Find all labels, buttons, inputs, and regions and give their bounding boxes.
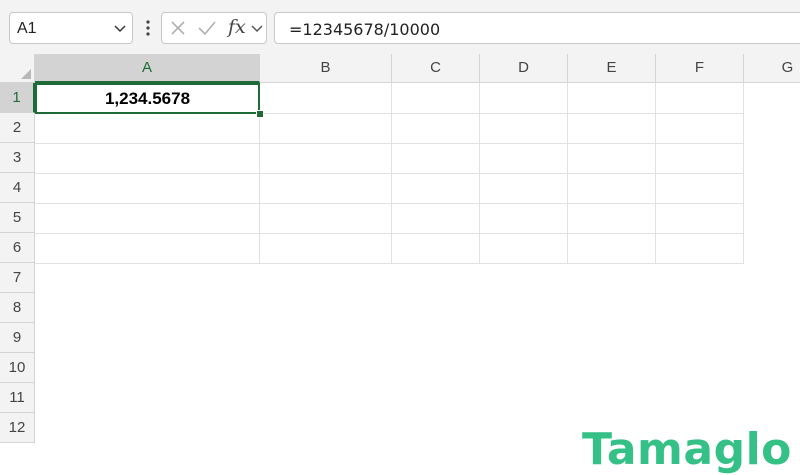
select-all-button[interactable] <box>0 54 35 83</box>
column-header-c[interactable]: C <box>392 54 480 83</box>
formula-bar: A1 fx =12345678/10000 <box>0 0 800 54</box>
row-header-5[interactable]: 5 <box>0 203 35 233</box>
column-header-e[interactable]: E <box>568 54 656 83</box>
cancel-x-icon[interactable] <box>170 20 186 36</box>
formula-text: =12345678/10000 <box>289 20 441 39</box>
column-header-b[interactable]: B <box>260 54 392 83</box>
column-header-d[interactable]: D <box>480 54 568 83</box>
more-vertical-icon[interactable] <box>145 19 151 37</box>
formula-input[interactable]: =12345678/10000 <box>274 12 800 44</box>
row-header-9[interactable]: 9 <box>0 323 35 353</box>
row-header-8[interactable]: 8 <box>0 293 35 323</box>
gridline <box>35 173 744 174</box>
gridline <box>35 263 744 264</box>
insert-function-fx-icon[interactable]: fx <box>228 16 246 38</box>
worksheet-grid[interactable]: A B C D E F G 1 2 3 4 5 6 7 8 9 10 11 12… <box>0 54 800 475</box>
enter-check-icon[interactable] <box>197 20 217 36</box>
fill-handle[interactable] <box>256 110 264 118</box>
row-header-10[interactable]: 10 <box>0 353 35 383</box>
row-header-7[interactable]: 7 <box>0 263 35 293</box>
name-box-value: A1 <box>17 20 37 37</box>
column-header-a[interactable]: A <box>35 54 260 83</box>
row-header-12[interactable]: 12 <box>0 413 35 443</box>
gridline <box>35 233 744 234</box>
chevron-down-icon[interactable] <box>251 24 263 34</box>
row-header-1[interactable]: 1 <box>0 83 35 113</box>
row-header-11[interactable]: 11 <box>0 383 35 413</box>
column-header-f[interactable]: F <box>656 54 744 83</box>
cell-a1[interactable]: 1,234.5678 <box>35 83 260 114</box>
row-header-4[interactable]: 4 <box>0 173 35 203</box>
triangle-corner-icon <box>21 69 31 79</box>
row-header-2[interactable]: 2 <box>0 113 35 143</box>
chevron-down-icon[interactable] <box>114 24 126 34</box>
name-box[interactable]: A1 <box>9 12 133 44</box>
formula-actions: fx <box>161 12 267 44</box>
row-header-6[interactable]: 6 <box>0 233 35 263</box>
gridline <box>35 203 744 204</box>
row-header-3[interactable]: 3 <box>0 143 35 173</box>
column-header-g[interactable]: G <box>744 54 800 83</box>
gridline <box>35 143 744 144</box>
